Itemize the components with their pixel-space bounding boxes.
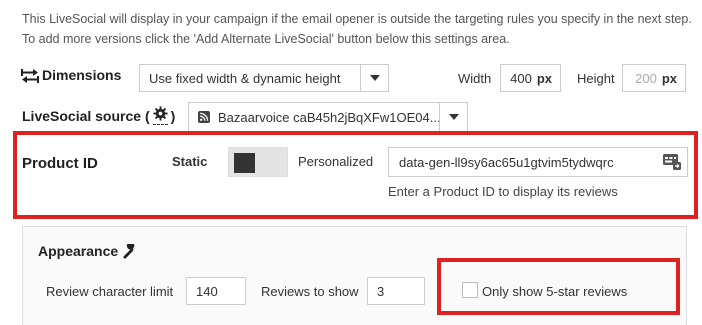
rss-icon: [198, 111, 210, 123]
source-label: LiveSocial source ( ): [22, 106, 175, 125]
dimensions-label: Dimensions: [42, 67, 122, 83]
width-input[interactable]: 400 px: [500, 64, 561, 92]
appearance-title: Appearance: [38, 243, 138, 259]
width-value: 400: [510, 70, 532, 86]
static-label: Static: [172, 154, 208, 169]
chevron-down-icon: [360, 65, 388, 91]
gear-icon[interactable]: [152, 106, 168, 125]
source-select[interactable]: Bazaarvoice caB45h2jBqXFw1OE04...: [188, 102, 468, 132]
product-id-hint: Enter a Product ID to display its review…: [388, 184, 618, 199]
product-id-label: Product ID: [22, 155, 98, 172]
product-id-input[interactable]: data-gen-ll9sy6ac65u1gtvim5tydwqrc: [388, 147, 688, 177]
height-value: 200: [635, 70, 657, 86]
height-unit: px: [661, 70, 677, 86]
source-label-prefix: LiveSocial source (: [22, 107, 150, 124]
reviews-to-show-input[interactable]: 3: [367, 277, 425, 305]
width-unit: px: [536, 70, 552, 86]
five-star-label[interactable]: Only show 5-star reviews: [482, 284, 627, 299]
personalized-label: Personalized: [298, 154, 374, 169]
product-id-value: data-gen-ll9sy6ac65u1gtvim5tydwqrc: [399, 154, 614, 170]
reviews-to-show-label: Reviews to show: [261, 284, 359, 299]
appearance-title-text: Appearance: [38, 243, 119, 259]
source-label-suffix: ): [170, 107, 176, 124]
dimensions-mode-select[interactable]: Use fixed width & dynamic height: [139, 64, 389, 92]
five-star-checkbox[interactable]: [462, 282, 478, 298]
char-limit-label: Review character limit: [46, 284, 174, 299]
char-limit-value: 140: [196, 283, 218, 299]
wrench-icon: [123, 243, 138, 259]
height-label: Height: [577, 71, 615, 86]
chevron-down-icon: [439, 103, 467, 131]
dimensions-mode-value: Use fixed width & dynamic height: [149, 70, 341, 86]
merge-tag-icon[interactable]: [662, 153, 682, 171]
width-label: Width: [458, 71, 492, 86]
reviews-to-show-value: 3: [377, 283, 385, 299]
char-limit-input[interactable]: 140: [186, 277, 246, 305]
intro-text: This LiveSocial will display in your cam…: [22, 12, 692, 46]
height-input[interactable]: 200 px: [622, 64, 686, 92]
dimensions-icon: [21, 68, 39, 84]
static-personalized-toggle[interactable]: [228, 147, 288, 177]
toggle-knob: [234, 153, 255, 173]
source-value: Bazaarvoice caB45h2jBqXFw1OE04...: [218, 109, 439, 125]
